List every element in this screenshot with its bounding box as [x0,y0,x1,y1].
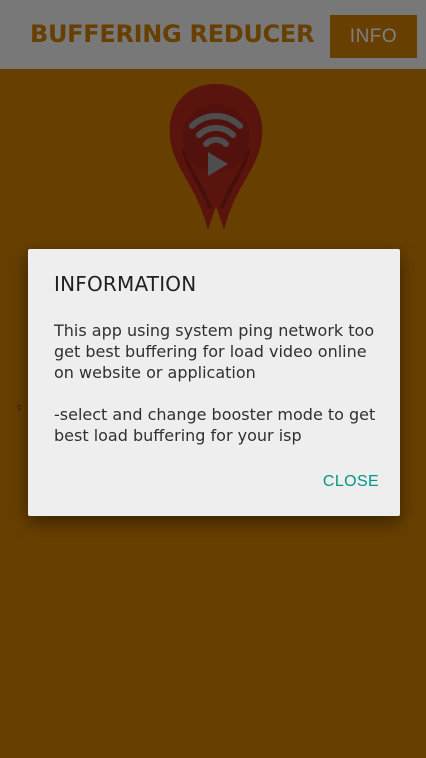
dialog-message: This app using system ping network too g… [54,321,376,445]
dialog-title: INFORMATION [54,272,197,296]
close-button[interactable]: CLOSE [316,465,386,499]
information-dialog: INFORMATION This app using system ping n… [28,249,400,516]
